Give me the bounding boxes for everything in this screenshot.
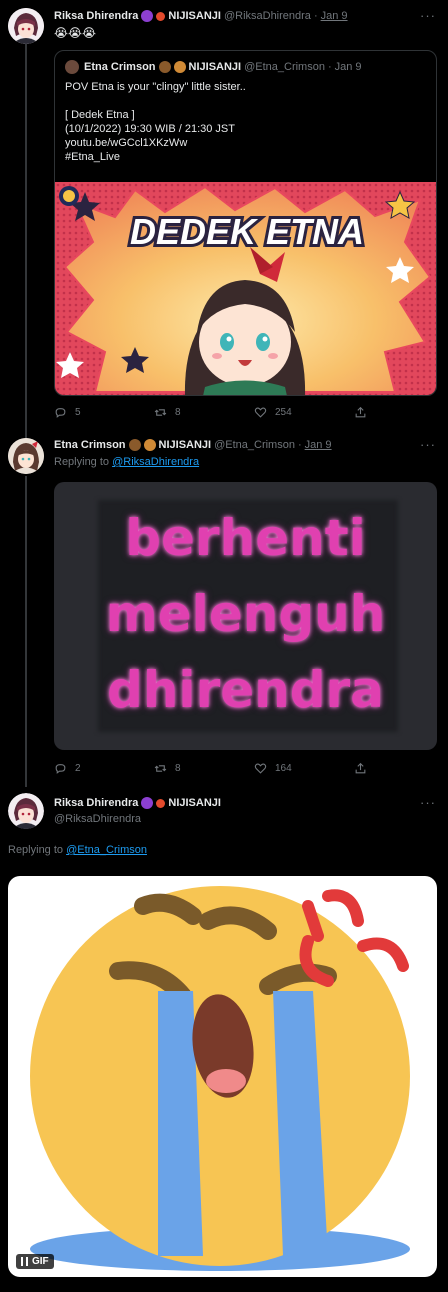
quote-author-name: Etna Crimson <box>84 61 156 73</box>
reply-icon <box>55 408 66 418</box>
avatar[interactable] <box>8 8 44 44</box>
author-org: NIJISANJI <box>168 10 221 22</box>
retweet-count: 8 <box>175 407 181 418</box>
quote-date: Jan 9 <box>334 61 362 73</box>
quote-text: POV Etna is your "clingy" little sister.… <box>65 81 246 163</box>
retweet-button[interactable]: 8 <box>154 406 254 419</box>
quote-media-image[interactable]: DEDEK ETNA DEDEK ETNA <box>55 182 436 395</box>
more-options-icon[interactable]: ··· <box>420 437 436 452</box>
explosion-emoji-icon <box>156 798 166 808</box>
like-button[interactable]: 254 <box>254 406 354 419</box>
replying-to-link[interactable]: @RiksaDhirendra <box>112 456 199 468</box>
thread-line <box>25 44 27 432</box>
avatar <box>65 60 79 74</box>
share-icon <box>355 406 366 418</box>
author-name[interactable]: Riksa Dhirendra <box>54 10 138 22</box>
reply-count: 2 <box>75 763 81 774</box>
burger-emoji-icon <box>173 61 186 73</box>
tweet-date[interactable]: Jan 9 <box>305 439 332 451</box>
tweet-actions: 2 8 164 <box>54 762 374 775</box>
share-button[interactable] <box>354 762 374 775</box>
image-line-2: melenguh <box>105 585 386 643</box>
replying-to: Replying to @RiksaDhirendra <box>54 456 199 468</box>
replying-prefix: Replying to <box>54 456 110 468</box>
explosion-emoji-icon <box>156 11 166 21</box>
separator-dot: · <box>297 439 302 451</box>
separator-dot: · <box>313 10 318 22</box>
retweet-button[interactable]: 8 <box>154 762 254 775</box>
more-options-icon[interactable]: ··· <box>420 795 436 810</box>
tweet-riksa-main[interactable]: Riksa Dhirendra NIJISANJI @RiksaDhirendr… <box>0 787 448 1292</box>
tweet-date[interactable]: Jan 9 <box>321 10 348 22</box>
gif-badge[interactable]: GIF <box>16 1254 54 1269</box>
volcano-emoji-icon <box>128 439 141 451</box>
avatar[interactable] <box>8 793 44 829</box>
heart-icon <box>254 763 267 774</box>
avatar-etna-icon <box>8 438 44 474</box>
reply-count: 5 <box>75 407 81 418</box>
dedek-etna-banner-image: DEDEK ETNA DEDEK ETNA <box>55 182 436 395</box>
reply-button[interactable]: 2 <box>54 762 154 775</box>
avatar-riksa-icon <box>8 8 44 44</box>
quote-author-org: NIJISANJI <box>188 61 242 73</box>
devil-emoji-icon <box>141 797 154 809</box>
author-org: NIJISANJI <box>168 797 221 809</box>
avatar-riksa-icon <box>8 793 44 829</box>
author-handle[interactable]: @Etna_Crimson <box>214 439 295 451</box>
tweet-riksa-1[interactable]: Riksa Dhirendra NIJISANJI @RiksaDhirendr… <box>0 0 448 432</box>
author-handle[interactable]: @RiksaDhirendra <box>224 10 311 22</box>
replying-prefix: Replying to <box>8 844 64 856</box>
image-line-3: dhirendra <box>107 661 384 719</box>
volcano-emoji-icon <box>158 61 171 73</box>
image-line-1: berhenti <box>125 509 366 567</box>
author-name[interactable]: Etna Crimson <box>54 439 126 451</box>
author-name[interactable]: Riksa Dhirendra <box>54 797 138 809</box>
more-options-icon[interactable]: ··· <box>420 8 436 23</box>
avatar[interactable] <box>8 438 44 474</box>
heart-icon <box>254 407 267 418</box>
tweet-text: 😭😭😭 <box>54 26 97 40</box>
retweet-icon <box>154 765 167 772</box>
like-count: 164 <box>275 763 292 774</box>
replying-to: Replying to @Etna_Crimson <box>8 844 147 856</box>
retweet-icon <box>154 409 167 416</box>
image-text: berhenti melenguh dhirendra <box>54 500 437 728</box>
replying-to-link[interactable]: @Etna_Crimson <box>66 844 147 856</box>
share-button[interactable] <box>354 406 374 419</box>
retweet-count: 8 <box>175 763 181 774</box>
gif-label: GIF <box>32 1256 49 1267</box>
author-handle[interactable]: @RiksaDhirendra <box>54 813 141 825</box>
gif-media[interactable]: GIF <box>8 876 437 1277</box>
crying-angry-emoji-image <box>30 886 410 1271</box>
banner-title: DEDEK ETNA <box>130 211 364 252</box>
like-button[interactable]: 164 <box>254 762 354 775</box>
burger-emoji-icon <box>143 439 156 451</box>
author-org: NIJISANJI <box>158 439 212 451</box>
thread-line <box>25 476 27 787</box>
reply-button[interactable]: 5 <box>54 406 154 419</box>
tweet-actions: 5 8 254 <box>54 406 374 419</box>
share-icon <box>355 762 366 774</box>
quoted-tweet[interactable]: Etna Crimson NIJISANJI @Etna_Crimson · J… <box>54 50 437 396</box>
reply-icon <box>55 764 66 774</box>
devil-emoji-icon <box>141 10 154 22</box>
tweet-etna-reply[interactable]: Etna Crimson NIJISANJI @Etna_Crimson · J… <box>0 432 448 787</box>
reply-media-image[interactable]: berhenti melenguh dhirendra <box>54 482 437 750</box>
separator-dot: · <box>327 61 332 73</box>
like-count: 254 <box>275 407 292 418</box>
pause-icon[interactable] <box>21 1257 28 1266</box>
quote-author-handle: @Etna_Crimson <box>244 61 325 73</box>
